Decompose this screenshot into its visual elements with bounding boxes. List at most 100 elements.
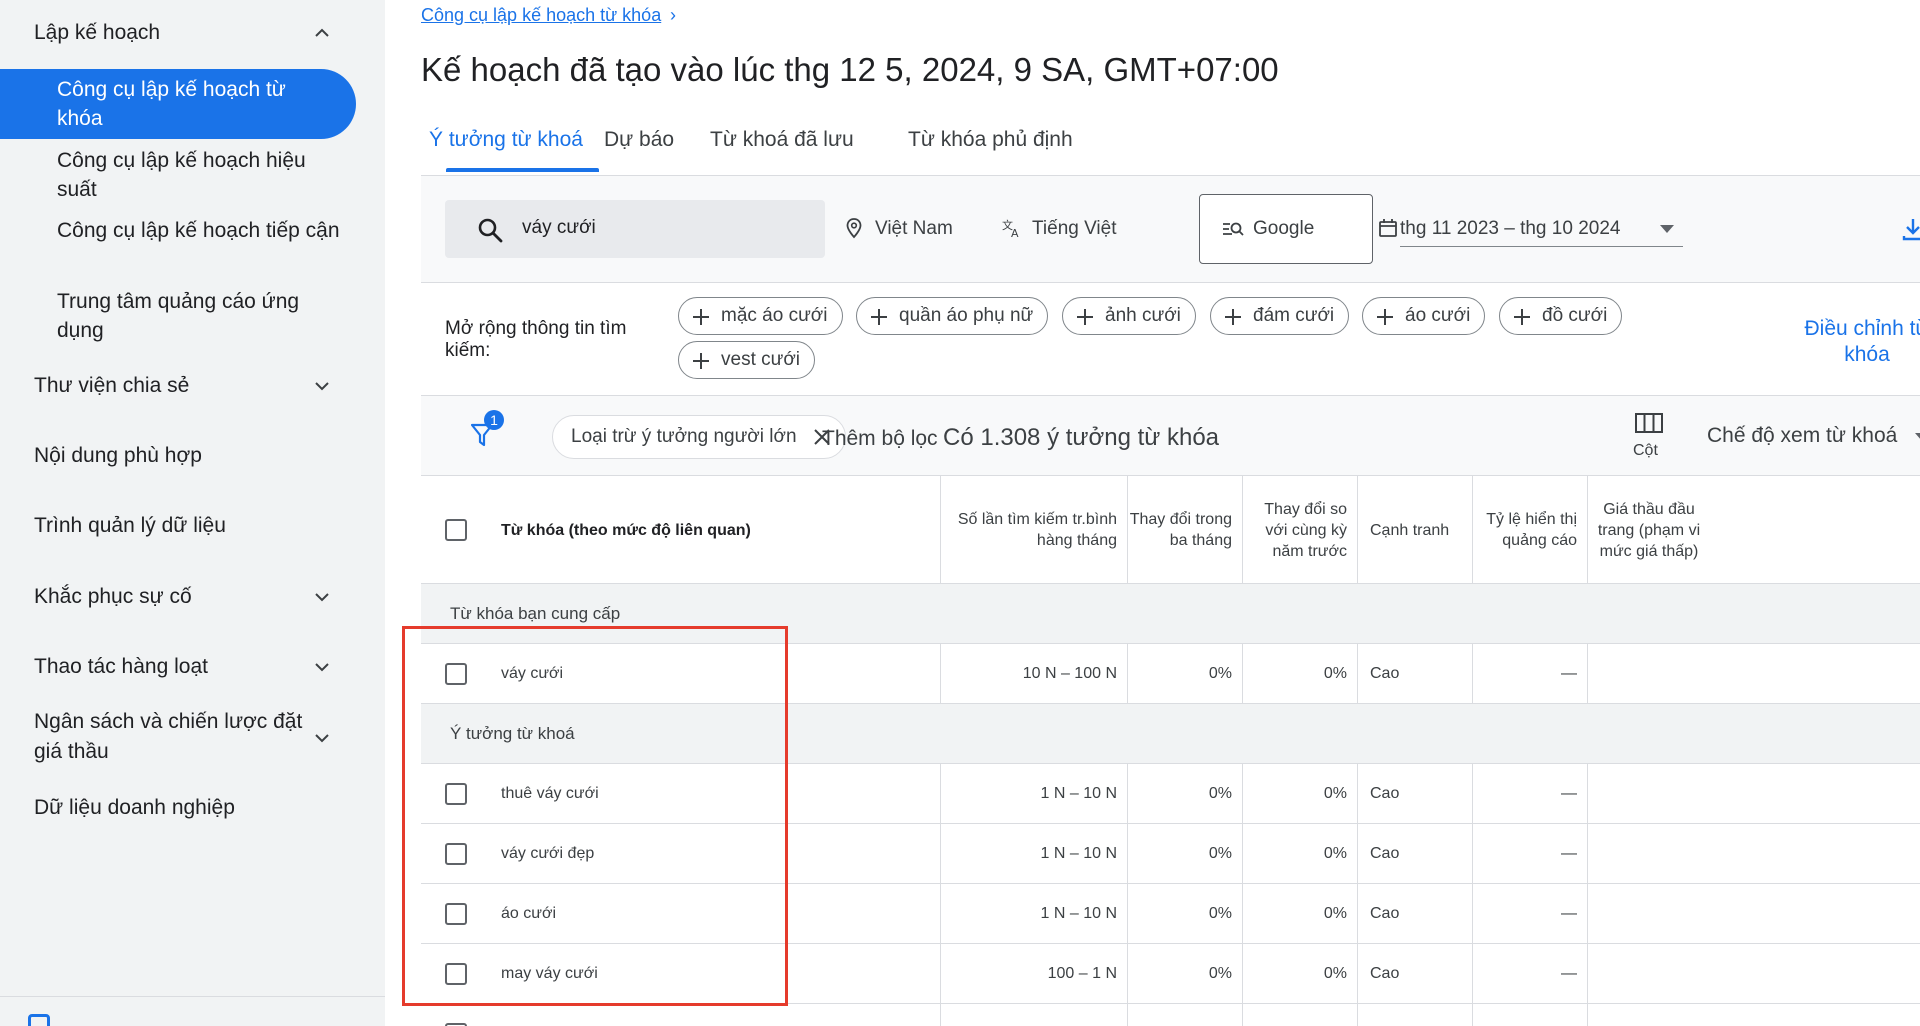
columns-icon[interactable] [1634,412,1664,434]
sidebar-item-label: Công cụ lập kế hoạch hiệu suất [57,149,306,201]
top-bid-cell [1587,884,1920,944]
plus-icon [1514,309,1530,325]
table-row[interactable]: váy cưới đẹp 1 N – 10 N 0% 0% Cao — [421,824,1920,884]
table-row[interactable]: thuê váy cưới 1 N – 10 N 0% 0% Cao — [421,764,1920,824]
nav-section-label: Thư viện chia sẻ [34,374,190,397]
table-row[interactable]: may váy cưới 100 – 1 N 0% 0% Cao — [421,944,1920,1004]
active-filter-chip[interactable]: Loại trừ ý tưởng người lớn [552,415,846,459]
search-input[interactable]: váy cưới [445,200,825,258]
date-range-selector[interactable]: thg 11 2023 – thg 10 2024 [1400,218,1620,240]
nav-section-business-data[interactable]: Dữ liệu doanh nghiệp [34,793,324,823]
tab-keyword-ideas[interactable]: Ý tưởng từ khoá [429,128,583,152]
breadcrumb[interactable]: Công cụ lập kế hoạch từ khóa [421,5,661,26]
nav-section-planning[interactable]: Lập kế hoạch [34,18,324,48]
keyword-cell: váy cưới đẹp [501,845,595,862]
suggestion-chip[interactable]: mặc áo cưới [678,297,843,335]
nav-section-label: Ngân sách và chiến lược đặt giá thầu [34,710,303,763]
suggestion-chip[interactable]: đám cưới [1210,297,1350,335]
top-bid-cell [1587,824,1920,884]
sidebar-item-keyword-planner[interactable]: Công cụ lập kế hoạch từ khóa [0,69,356,139]
suggestion-chip[interactable]: quần áo phụ nữ [856,297,1049,335]
location-selector[interactable]: Việt Nam [875,218,953,240]
avg-searches-cell: 10 N – 100 N [940,644,1127,704]
yoy-cell: 0% [1242,884,1357,944]
column-header-keyword[interactable]: Từ khóa (theo mức độ liên quan) [489,476,940,584]
sidebar-item-label: Công cụ lập kế hoạch tiếp cận [57,219,340,242]
chevron-down-icon[interactable] [312,728,332,748]
sidebar-item-app-ad-hub[interactable]: Trung tâm quảng cáo ứng dụng [57,287,347,345]
plus-icon [871,309,887,325]
sidebar-item-reach-planner[interactable]: Công cụ lập kế hoạch tiếp cận [57,216,347,245]
suggestion-chip[interactable]: vest cưới [678,341,816,379]
suggestion-chip[interactable]: đồ cưới [1499,297,1623,335]
nav-section-content-suitability[interactable]: Nội dung phù hợp [34,441,324,471]
table-row[interactable] [421,1004,1920,1026]
nav-section-label: Trình quản lý dữ liệu [34,514,226,537]
columns-label[interactable]: Cột [1633,442,1658,460]
three-month-cell: 0% [1127,644,1242,704]
nav-section-label: Thao tác hàng loạt [34,655,208,678]
row-checkbox[interactable] [445,963,467,985]
column-header-avg-searches[interactable]: Số lần tìm kiếm tr.bình hàng tháng [940,476,1127,584]
select-all-checkbox[interactable] [445,519,467,541]
chevron-right-icon: › [670,5,676,25]
broaden-search-row: Mở rộng thông tin tìm kiếm: mặc áo cưới … [421,283,1920,396]
nav-section-bulk-actions[interactable]: Thao tác hàng loạt [34,652,324,682]
yoy-cell: 0% [1242,764,1357,824]
suggestion-chip[interactable]: ảnh cưới [1062,297,1196,335]
row-checkbox[interactable] [445,663,467,685]
language-selector[interactable]: Tiếng Việt [1032,218,1117,240]
column-header-competition[interactable]: Cạnh tranh [1357,476,1472,584]
sidebar-item-label: Trung tâm quảng cáo ứng dụng [57,290,300,342]
row-checkbox[interactable] [445,843,467,865]
caret-down-icon[interactable] [1660,225,1674,233]
top-bid-cell [1587,1004,1920,1026]
column-header-three-month-change[interactable]: Thay đổi trong ba tháng [1127,476,1242,584]
search-network-label: Google [1253,218,1315,239]
add-filter-button[interactable]: Thêm bộ lọc [822,427,938,451]
view-mode-selector[interactable]: Chế độ xem từ khoá [1707,424,1897,448]
caret-down-icon[interactable] [1915,433,1920,441]
chevron-down-icon[interactable] [312,376,332,396]
table-row[interactable]: váy cưới 10 N – 100 N 0% 0% Cao — [421,644,1920,704]
column-header-impression-share[interactable]: Tỷ lệ hiển thị quảng cáo [1472,476,1587,584]
tab-forecast[interactable]: Dự báo [604,128,674,152]
location-pin-icon [846,218,862,239]
tab-saved-keywords[interactable]: Từ khoá đã lưu [710,128,854,152]
page-title: Kế hoạch đã tạo vào lúc thg 12 5, 2024, … [421,51,1279,88]
keyword-count: Có 1.308 ý tưởng từ khóa [943,424,1220,451]
column-header-label: Giá thầu đầu trang (phạm vi mức giá thấp… [1597,500,1701,560]
tab-negative-keywords[interactable]: Từ khóa phủ định [908,128,1073,152]
impression-share-cell: — [1472,884,1587,944]
chip-label: áo cưới [1405,305,1471,326]
yoy-cell: 0% [1242,644,1357,704]
top-bid-cell [1587,764,1920,824]
row-checkbox[interactable] [445,783,467,805]
nav-section-data-manager[interactable]: Trình quản lý dữ liệu [34,511,324,541]
chevron-up-icon[interactable] [312,23,332,43]
app-icon[interactable] [28,1014,50,1026]
broaden-search-label: Mở rộng thông tin tìm kiếm: [445,318,627,361]
chevron-down-icon[interactable] [312,657,332,677]
nav-section-troubleshooting[interactable]: Khắc phục sự cố [34,582,324,612]
nav-section-budgets-bidding[interactable]: Ngân sách và chiến lược đặt giá thầu [34,707,304,767]
search-network-selector[interactable]: Google [1199,194,1373,264]
row-checkbox[interactable] [445,903,467,925]
table-row[interactable]: áo cưới 1 N – 10 N 0% 0% Cao — [421,884,1920,944]
download-icon[interactable] [1901,216,1920,242]
sidebar-item-performance-planner[interactable]: Công cụ lập kế hoạch hiệu suất [57,146,347,204]
plus-icon [693,353,709,369]
nav-section-shared-library[interactable]: Thư viện chia sẻ [34,371,324,401]
chevron-down-icon[interactable] [312,587,332,607]
filter-count-badge: 1 [484,410,504,430]
avg-searches-cell: 1 N – 10 N [940,764,1127,824]
column-header-yoy-change[interactable]: Thay đổi so với cùng kỳ năm trước [1242,476,1357,584]
search-value: váy cưới [522,217,596,238]
refine-keywords-link[interactable]: Điều chỉnh từ khóa [1787,316,1920,368]
column-header-top-bid-low[interactable]: Giá thầu đầu trang (phạm vi mức giá thấp… [1587,476,1702,584]
yoy-cell: 0% [1242,944,1357,1004]
nav-section-label: Lập kế hoạch [34,21,161,44]
chip-label: quần áo phụ nữ [899,305,1034,326]
suggestion-chip[interactable]: áo cưới [1362,297,1486,335]
nav-section-label: Nội dung phù hợp [34,444,202,467]
